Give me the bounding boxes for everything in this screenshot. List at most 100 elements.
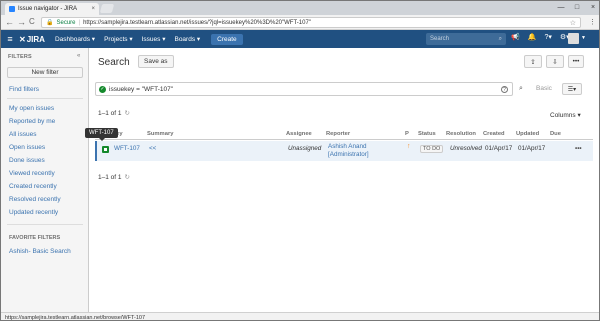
collapse-sidebar-icon[interactable]: « [77, 53, 80, 59]
user-avatar[interactable] [568, 33, 579, 44]
column-resolution[interactable]: Resolution [446, 131, 476, 137]
pager-top: 1–1 of 1 ↻ [98, 109, 130, 118]
bell-icon[interactable]: 🔔 [528, 33, 537, 41]
save-as-button[interactable]: Save as [138, 55, 174, 68]
issue-created: 01/Apr/17 [485, 145, 513, 152]
jira-logo-text: JIRA [26, 34, 45, 44]
browser-menu-icon[interactable]: ⋮ [589, 18, 596, 26]
header-icons: 📢 🔔 ?▾ ⚙▾ [511, 33, 570, 41]
share-icon[interactable]: ⇪ [524, 55, 542, 68]
issue-key-link[interactable]: WFT-107 [114, 145, 140, 152]
columns-button[interactable]: Columns ▾ [550, 111, 581, 119]
url-text: https://samplejira.testlearn.atlassian.n… [83, 19, 311, 26]
reload-icon[interactable]: C [29, 17, 35, 27]
maximize-icon[interactable]: □ [569, 1, 585, 13]
header-search-placeholder: Search [430, 36, 450, 42]
new-filter-button[interactable]: New filter [7, 67, 83, 78]
jql-help-icon[interactable]: ? [501, 86, 508, 93]
more-tools-icon[interactable]: ••• [568, 55, 584, 68]
help-icon[interactable]: ?▾ [544, 33, 551, 41]
jira-favicon-icon [9, 6, 15, 12]
sidebar-item-open-issues[interactable]: Open issues [9, 144, 45, 151]
issue-status: TO DO [420, 145, 444, 153]
pager-count: 1–1 of 1 [98, 109, 122, 117]
issue-updated: 01/Apr/17 [518, 145, 546, 152]
priority-icon: ↑ [407, 143, 411, 150]
sidebar-item-created-recently[interactable]: Created recently [9, 183, 57, 190]
nav-projects[interactable]: Projects ▾ [104, 35, 133, 43]
jql-valid-check-icon: ✓ [99, 85, 106, 93]
story-icon [102, 146, 109, 153]
tab-close-icon[interactable]: × [91, 6, 95, 12]
column-assignee[interactable]: Assignee [286, 131, 312, 137]
status-lozenge: TO DO [420, 145, 444, 153]
jira-logo-icon: ✕ [19, 34, 26, 44]
column-status[interactable]: Status [418, 131, 436, 137]
favorite-filters-heading: FAVORITE FILTERS [9, 235, 61, 241]
column-updated[interactable]: Updated [516, 131, 539, 137]
close-window-icon[interactable]: × [585, 1, 599, 13]
sidebar-item-done-issues[interactable]: Done issues [9, 157, 45, 164]
lock-icon: 🔒 [46, 20, 54, 26]
sidebar-divider [7, 224, 83, 225]
refresh-icon[interactable]: ↻ [125, 109, 130, 117]
nav-dashboards[interactable]: Dashboards ▾ [55, 35, 95, 43]
issue-resolution: Unresolved [450, 145, 482, 152]
sidebar-item-reported-by-me[interactable]: Reported by me [9, 118, 55, 125]
reporter-role: [Administrator] [328, 151, 369, 158]
column-due[interactable]: Due [550, 131, 561, 137]
view-switcher-button[interactable]: ☰▾ [562, 83, 582, 95]
issue-assignee: Unassigned [288, 145, 322, 152]
jira-header: ≡ ✕ JIRA Dashboards ▾ Projects ▾ Issues … [1, 30, 599, 48]
bookmark-star-icon[interactable]: ☆ [570, 19, 576, 27]
issue-key-tooltip: WFT-107 [85, 128, 118, 141]
jira-logo[interactable]: ✕ JIRA [19, 35, 45, 44]
sidebar-item-all-issues[interactable]: All issues [9, 131, 36, 138]
minimize-icon[interactable]: — [553, 1, 569, 13]
issue-summary-link[interactable]: << [149, 145, 156, 152]
chevron-down-icon[interactable]: ▼ [581, 35, 586, 41]
browser-status-bar: https://samplejira.testlearn.atlassian.n… [1, 312, 599, 321]
sidebar-item-my-open-issues[interactable]: My open issues [9, 105, 54, 112]
browser-tab[interactable]: Issue navigator - JIRA × [5, 3, 99, 15]
search-icon[interactable]: ⌕ [519, 85, 523, 93]
address-bar[interactable]: 🔒 Secure | https://samplejira.testlearn.… [41, 17, 581, 28]
refresh-icon[interactable]: ↻ [125, 173, 130, 181]
basic-search-link[interactable]: Basic [536, 85, 552, 92]
page-title: Search [98, 57, 130, 68]
back-icon[interactable]: ← [5, 17, 14, 27]
status-url: https://samplejira.testlearn.atlassian.n… [5, 314, 146, 321]
row-actions-icon[interactable]: ••• [575, 145, 582, 152]
favorite-filter-item[interactable]: Ashish- Basic Search [9, 248, 71, 255]
app-switcher-icon[interactable]: ≡ [1, 34, 19, 44]
forward-icon[interactable]: → [17, 17, 26, 27]
table-row[interactable]: WFT-107 << Unassigned Ashish Anand [Admi… [95, 141, 593, 161]
browser-toolbar: ← → C 🔒 Secure | https://samplejira.test… [1, 15, 599, 30]
address-separator: | [78, 19, 81, 26]
column-summary[interactable]: Summary [147, 131, 173, 137]
sidebar-divider [7, 98, 83, 99]
nav-boards[interactable]: Boards ▾ [174, 35, 200, 43]
column-created[interactable]: Created [483, 131, 505, 137]
window-controls: — □ × [553, 1, 599, 13]
export-icon[interactable]: ⇩ [546, 55, 564, 68]
megaphone-icon[interactable]: 📢 [511, 33, 520, 41]
jql-search-input[interactable]: ✓ issuekey = "WFT-107" ? [95, 82, 513, 96]
browser-window: Issue navigator - JIRA × — □ × ← → C 🔒 S… [0, 0, 600, 321]
sidebar-item-viewed-recently[interactable]: Viewed recently [9, 170, 55, 177]
column-reporter[interactable]: Reporter [326, 131, 350, 137]
issue-navigator: Search Save as ⇪ ⇩ ••• ✓ issuekey = "WFT… [85, 48, 599, 312]
new-tab-button[interactable] [99, 4, 115, 13]
nav-issues[interactable]: Issues ▾ [142, 35, 166, 43]
header-search-input[interactable]: Search ⌕ [426, 33, 506, 45]
filters-sidebar: FILTERS « New filter Find filters My ope… [1, 48, 89, 312]
sidebar-item-updated-recently[interactable]: Updated recently [9, 209, 58, 216]
find-filters-link[interactable]: Find filters [9, 86, 39, 93]
pager-bottom: 1–1 of 1 ↻ [98, 173, 130, 182]
sidebar-item-resolved-recently[interactable]: Resolved recently [9, 196, 61, 203]
create-button[interactable]: Create [211, 33, 243, 45]
pager-count: 1–1 of 1 [98, 173, 122, 181]
issue-reporter[interactable]: Ashish Anand [Administrator] [328, 143, 369, 159]
column-priority[interactable]: P [405, 131, 409, 137]
table-header: Key Summary Assignee Reporter P Status R… [95, 130, 593, 140]
